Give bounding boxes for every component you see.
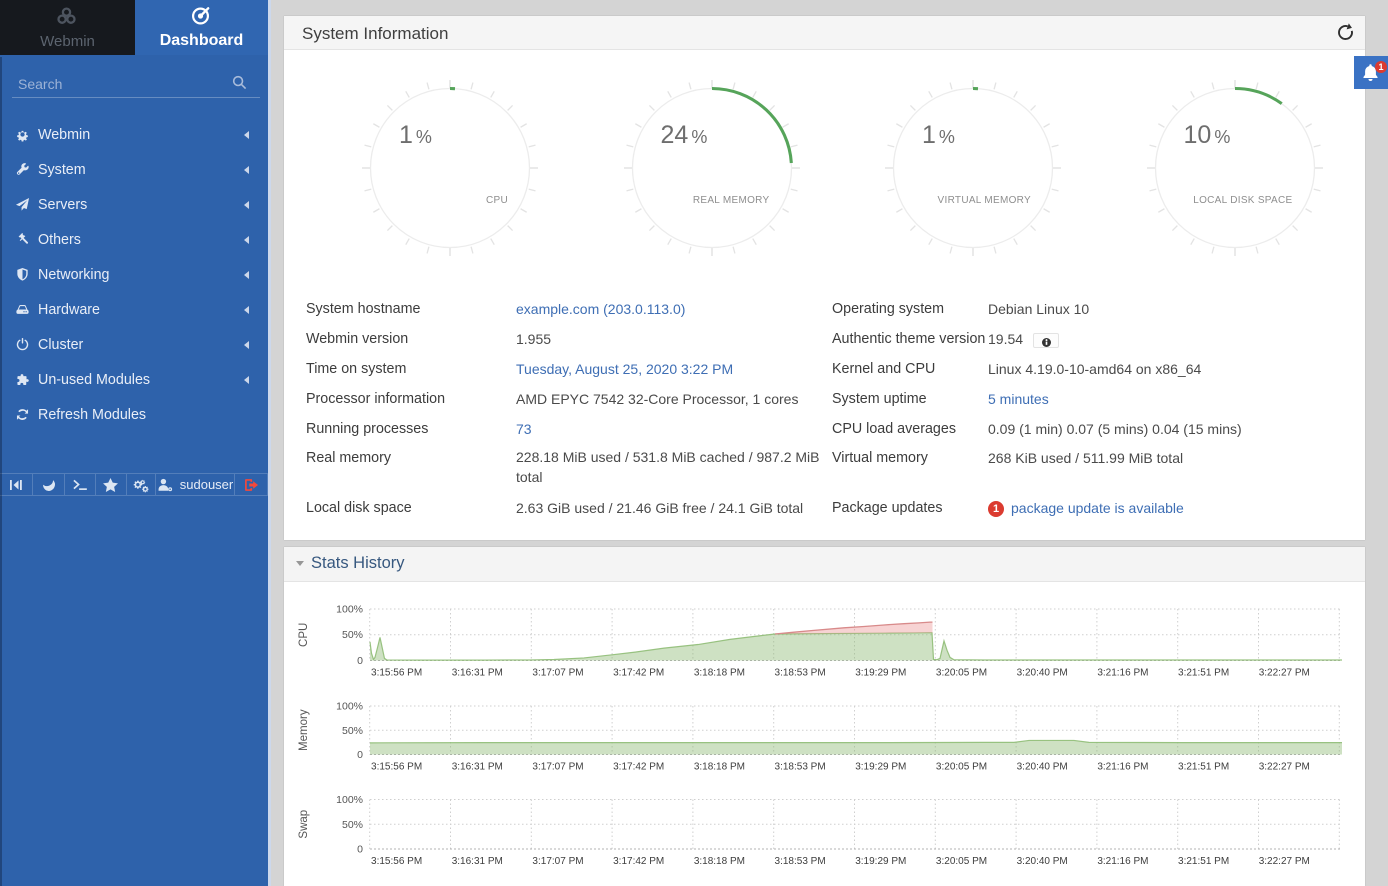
svg-text:3:20:40 PM: 3:20:40 PM	[1017, 856, 1068, 867]
svg-text:3:15:56 PM: 3:15:56 PM	[371, 668, 422, 679]
svg-text:3:19:29 PM: 3:19:29 PM	[855, 762, 906, 773]
svg-text:3:17:07 PM: 3:17:07 PM	[532, 668, 583, 679]
svg-text:3:17:07 PM: 3:17:07 PM	[532, 856, 583, 867]
svg-text:0: 0	[357, 749, 363, 761]
svg-text:3:22:27 PM: 3:22:27 PM	[1259, 668, 1310, 679]
svg-text:3:20:05 PM: 3:20:05 PM	[936, 856, 987, 867]
svg-text:50%: 50%	[342, 629, 363, 641]
svg-text:3:21:16 PM: 3:21:16 PM	[1097, 668, 1148, 679]
svg-text:3:22:27 PM: 3:22:27 PM	[1259, 762, 1310, 773]
svg-text:3:18:18 PM: 3:18:18 PM	[694, 762, 745, 773]
svg-text:0: 0	[357, 655, 363, 667]
svg-text:3:18:18 PM: 3:18:18 PM	[694, 856, 745, 867]
svg-text:3:16:31 PM: 3:16:31 PM	[452, 668, 503, 679]
svg-text:3:17:07 PM: 3:17:07 PM	[532, 762, 583, 773]
svg-text:3:18:53 PM: 3:18:53 PM	[775, 856, 826, 867]
svg-text:100%: 100%	[336, 794, 363, 806]
svg-text:100%: 100%	[336, 701, 363, 713]
svg-text:100%: 100%	[336, 604, 363, 616]
svg-text:3:19:29 PM: 3:19:29 PM	[855, 668, 906, 679]
svg-text:3:18:53 PM: 3:18:53 PM	[775, 668, 826, 679]
svg-text:3:15:56 PM: 3:15:56 PM	[371, 856, 422, 867]
svg-text:3:15:56 PM: 3:15:56 PM	[371, 762, 422, 773]
svg-text:3:17:42 PM: 3:17:42 PM	[613, 668, 664, 679]
svg-text:3:20:05 PM: 3:20:05 PM	[936, 762, 987, 773]
svg-text:3:21:51 PM: 3:21:51 PM	[1178, 668, 1229, 679]
svg-text:0: 0	[357, 844, 363, 856]
svg-text:Swap: Swap	[298, 810, 310, 839]
svg-text:CPU: CPU	[298, 623, 310, 647]
svg-text:50%: 50%	[342, 725, 363, 737]
svg-text:3:21:16 PM: 3:21:16 PM	[1097, 762, 1148, 773]
svg-text:3:20:40 PM: 3:20:40 PM	[1017, 762, 1068, 773]
svg-text:3:18:53 PM: 3:18:53 PM	[775, 762, 826, 773]
svg-text:3:17:42 PM: 3:17:42 PM	[613, 856, 664, 867]
svg-text:3:16:31 PM: 3:16:31 PM	[452, 856, 503, 867]
svg-text:3:20:40 PM: 3:20:40 PM	[1017, 668, 1068, 679]
svg-text:3:19:29 PM: 3:19:29 PM	[855, 856, 906, 867]
svg-text:50%: 50%	[342, 819, 363, 831]
svg-text:Memory: Memory	[298, 709, 310, 751]
svg-text:3:18:18 PM: 3:18:18 PM	[694, 668, 745, 679]
svg-text:3:21:51 PM: 3:21:51 PM	[1178, 762, 1229, 773]
svg-text:3:17:42 PM: 3:17:42 PM	[613, 762, 664, 773]
svg-text:3:22:27 PM: 3:22:27 PM	[1259, 856, 1310, 867]
svg-text:3:21:51 PM: 3:21:51 PM	[1178, 856, 1229, 867]
svg-text:3:21:16 PM: 3:21:16 PM	[1097, 856, 1148, 867]
svg-text:3:16:31 PM: 3:16:31 PM	[452, 762, 503, 773]
svg-text:3:20:05 PM: 3:20:05 PM	[936, 668, 987, 679]
